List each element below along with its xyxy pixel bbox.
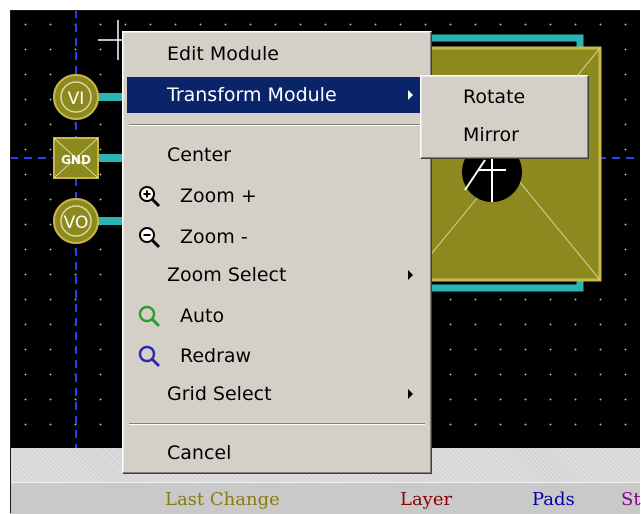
pcb-editor-window: VI GND VO Last Change Layer Pads St Edit… (0, 0, 641, 514)
redraw-icon (138, 345, 161, 368)
menu-item-redraw[interactable]: Redraw (127, 338, 427, 374)
pad-gnd-label: GND (61, 153, 91, 167)
status-pads: Pads (532, 489, 575, 510)
menu-item-label: Edit Module (167, 43, 279, 65)
menu-item-label: Zoom Select (167, 264, 287, 286)
menu-item-label: Redraw (180, 345, 252, 367)
submenu-item-mirror[interactable]: Mirror (425, 117, 584, 153)
menu-item-zoom-select[interactable]: Zoom Select (127, 257, 427, 293)
menu-item-grid-select[interactable]: Grid Select (127, 376, 427, 412)
context-menu: Edit Module Transform Module Center Zoom… (122, 31, 432, 474)
submenu-arrow-icon (408, 90, 413, 100)
zoom-in-icon (139, 186, 161, 208)
status-clipped-field: St (621, 489, 641, 510)
menu-item-label: Cancel (167, 442, 232, 464)
status-bar: Last Change Layer Pads St (10, 482, 641, 514)
menu-item-edit-module[interactable]: Edit Module (127, 36, 427, 72)
menu-item-label: Center (167, 144, 231, 166)
zoom-out-icon (139, 227, 161, 249)
submenu-arrow-icon (408, 270, 413, 280)
menu-item-transform-module[interactable]: Transform Module (127, 77, 427, 113)
menu-item-zoom-out[interactable]: Zoom - (127, 219, 427, 255)
submenu-item-label: Mirror (463, 124, 519, 146)
pad-vi-label: VI (68, 89, 85, 109)
status-layer: Layer (400, 489, 453, 510)
menu-separator (129, 423, 425, 425)
menu-item-zoom-in[interactable]: Zoom + (127, 178, 427, 214)
menu-item-label: Zoom - (180, 226, 248, 248)
submenu-arrow-icon (408, 389, 413, 399)
status-last-change: Last Change (165, 489, 280, 510)
pad-vi[interactable]: VI (53, 74, 99, 120)
zoom-auto-icon (138, 305, 161, 328)
menu-item-center[interactable]: Center (127, 137, 427, 173)
menu-item-label: Zoom + (180, 185, 257, 207)
submenu-item-rotate[interactable]: Rotate (425, 79, 584, 115)
transform-submenu: Rotate Mirror (420, 75, 589, 159)
menu-item-label: Grid Select (167, 383, 272, 405)
menu-item-cancel[interactable]: Cancel (127, 435, 427, 471)
pad-vo[interactable]: VO (53, 198, 99, 244)
submenu-item-label: Rotate (463, 86, 526, 108)
menu-separator (129, 124, 425, 126)
menu-item-label: Transform Module (167, 84, 337, 106)
pad-gnd[interactable]: GND (53, 137, 99, 179)
menu-item-label: Auto (180, 305, 225, 327)
menu-item-auto[interactable]: Auto (127, 298, 427, 334)
pad-vo-label: VO (64, 213, 89, 233)
